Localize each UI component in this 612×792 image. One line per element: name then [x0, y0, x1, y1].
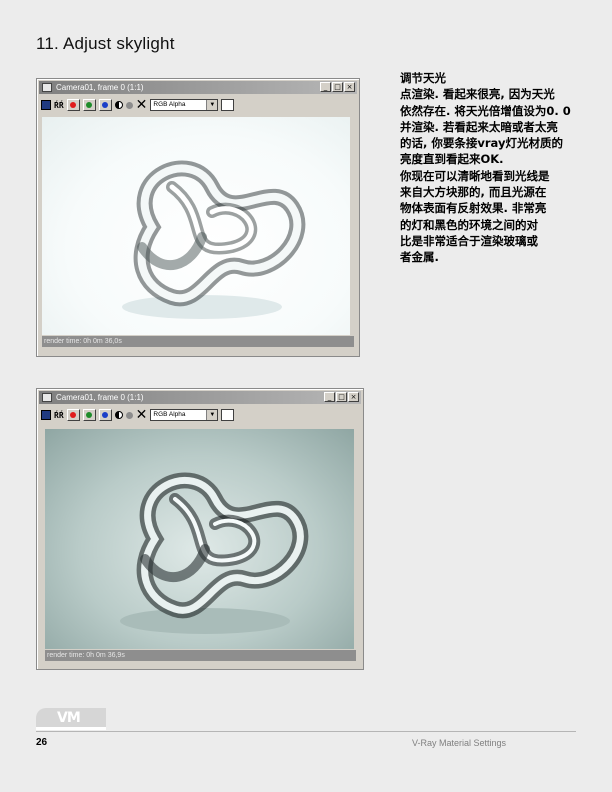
- red-channel-button[interactable]: [66, 99, 80, 111]
- body-line: 亮度直到看起来OK.: [400, 152, 504, 167]
- alpha-channel-icon[interactable]: [125, 101, 133, 109]
- render-image-glass-knot-bright: [42, 117, 350, 335]
- vfb-title: Camera01, frame 0 (1:1): [56, 393, 144, 402]
- body-line: 物体表面有反射效果. 非常亮: [400, 201, 547, 216]
- red-channel-button[interactable]: [66, 409, 80, 421]
- vfb-toolbar: ŔŔ ✕ RGB Alpha ▼: [41, 407, 359, 423]
- vfb-titlebar[interactable]: Camera01, frame 0 (1:1) _ □ ×: [39, 391, 361, 404]
- clone-icon[interactable]: ŔŔ: [54, 99, 64, 111]
- green-channel-button[interactable]: [82, 99, 96, 111]
- green-channel-icon: [86, 102, 93, 108]
- body-line: 依然存在. 将天光倍增值设为0. 0: [400, 103, 571, 118]
- vfb-toolbar: ŔŔ ✕ RGB Alpha ▼: [41, 97, 355, 113]
- maximize-button[interactable]: □: [332, 82, 343, 92]
- body-line: 的灯和黑色的环境之间的对: [400, 217, 538, 232]
- render-time-status: render time: 0h 0m 36,9s: [45, 650, 356, 661]
- app-icon: [42, 83, 52, 92]
- red-channel-icon: [70, 412, 77, 418]
- body-line: 比是非常适合于渲染玻璃或: [400, 233, 538, 248]
- alpha-channel-icon[interactable]: [125, 411, 133, 419]
- channel-select-value: RGB Alpha: [153, 101, 186, 108]
- maximize-button[interactable]: □: [336, 392, 347, 402]
- blue-channel-button[interactable]: [98, 99, 112, 111]
- color-swatch[interactable]: [221, 99, 235, 111]
- body-line: 来自大方块那的, 而且光源在: [400, 185, 547, 200]
- minimize-button[interactable]: _: [320, 82, 331, 92]
- green-channel-icon: [86, 412, 93, 418]
- body-line: 点渲染. 看起来很亮, 因为天光: [400, 87, 555, 102]
- close-button[interactable]: ×: [344, 82, 355, 92]
- channel-select-value: RGB Alpha: [153, 411, 186, 418]
- body-line: 并渲染. 若看起来太暗或者太亮: [400, 119, 558, 134]
- vfb-window-bright: Camera01, frame 0 (1:1) _ □ × ŔŔ ✕ RGB A…: [36, 78, 360, 357]
- section-heading: 11. Adjust skylight: [36, 34, 175, 53]
- clear-icon[interactable]: ✕: [136, 408, 148, 422]
- clear-icon[interactable]: ✕: [136, 98, 148, 112]
- green-channel-button[interactable]: [82, 409, 96, 421]
- body-line: 的话, 你要条接vray灯光材质的: [400, 136, 563, 151]
- color-swatch[interactable]: [221, 409, 235, 421]
- blue-channel-button[interactable]: [98, 409, 112, 421]
- body-text: 调节天光 点渲染. 看起来很亮, 因为天光 依然存在. 将天光倍增值设为0. 0…: [400, 70, 600, 266]
- page-number: 26: [36, 737, 48, 748]
- minimize-button[interactable]: _: [324, 392, 335, 402]
- close-button[interactable]: ×: [348, 392, 359, 402]
- blue-channel-icon: [102, 102, 109, 108]
- render-time-status: render time: 0h 0m 36,0s: [42, 336, 354, 347]
- logo-text: VM: [57, 710, 81, 726]
- body-line: 你现在可以清晰地看到光线是: [400, 168, 550, 183]
- chevron-down-icon[interactable]: ▼: [206, 410, 218, 420]
- channel-select[interactable]: RGB Alpha ▼: [150, 99, 219, 111]
- vfb-window-dim: Camera01, frame 0 (1:1) _ □ × ŔŔ ✕ RGB A…: [36, 388, 364, 670]
- publisher-logo: VM: [36, 708, 106, 730]
- body-line: 者金属.: [400, 250, 439, 265]
- red-channel-icon: [70, 102, 77, 108]
- vfb-title: Camera01, frame 0 (1:1): [56, 83, 144, 92]
- body-line: 调节天光: [400, 71, 446, 85]
- monochrome-icon[interactable]: [114, 101, 123, 109]
- footer-book-title: V-Ray Material Settings: [412, 738, 507, 748]
- vfb-titlebar[interactable]: Camera01, frame 0 (1:1) _ □ ×: [39, 81, 357, 94]
- chevron-down-icon[interactable]: ▼: [206, 100, 218, 110]
- app-icon: [42, 393, 52, 402]
- save-icon[interactable]: [41, 100, 51, 110]
- monochrome-icon[interactable]: [114, 411, 123, 419]
- save-icon[interactable]: [41, 410, 51, 420]
- channel-select[interactable]: RGB Alpha ▼: [150, 409, 219, 421]
- clone-icon[interactable]: ŔŔ: [54, 409, 64, 421]
- footer-divider: [36, 731, 576, 732]
- blue-channel-icon: [102, 412, 109, 418]
- render-image-glass-knot-dim: [45, 429, 354, 649]
